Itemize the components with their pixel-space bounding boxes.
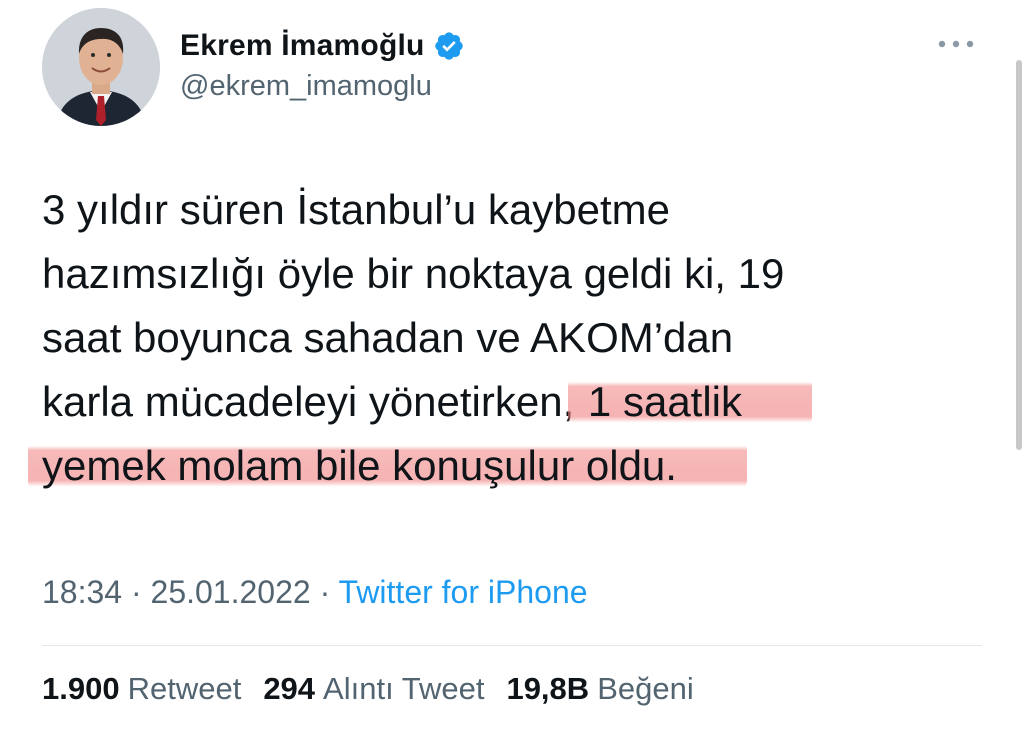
likes-label: Beğeni [597, 671, 694, 706]
retweets-count: 1.900 [42, 671, 120, 706]
tweet-line-4-text: karla mücadeleyi yönetirken, [42, 378, 575, 425]
highlight-segment-2: yemek molam bile konuşulur oldu. [28, 442, 747, 489]
scrollbar[interactable] [1016, 60, 1022, 450]
name-row: Ekrem İmamoğlu [180, 26, 465, 66]
tweet-line-3: saat boyunca sahadan ve AKOM’dan [42, 314, 734, 361]
tweet-line-2: hazımsızlığı öyle bir noktaya geldi ki, … [42, 250, 785, 297]
more-dots-icon[interactable] [936, 34, 976, 54]
tweet-stats: 1.900 Retweet 294 Alıntı Tweet 19,8B Beğeni [42, 671, 694, 707]
tweet-line-5: yemek molam bile konuşulur oldu. [28, 434, 982, 498]
meta-separator-1: · [122, 574, 151, 610]
tweet-time[interactable]: 18:34 [42, 574, 122, 610]
tweet-text: 3 yıldır süren İstanbul’u kaybetme hazım… [28, 178, 982, 498]
tweet-screen: Ekrem İmamoğlu @ekrem_imamoglu 3 yıldır … [0, 0, 1024, 730]
verified-badge-icon [433, 30, 465, 62]
quotes-label: Alıntı Tweet [323, 671, 485, 706]
author-block: Ekrem İmamoğlu @ekrem_imamoglu [180, 26, 465, 103]
quotes-stat[interactable]: 294 Alıntı Tweet [263, 671, 484, 707]
tweet-meta: 18:34 · 25.01.2022 · Twitter for iPhone [42, 574, 588, 611]
retweets-label: Retweet [127, 671, 242, 706]
tweet-source-link[interactable]: Twitter for iPhone [339, 574, 588, 610]
tweet-line-1: 3 yıldır süren İstanbul’u kaybetme [42, 186, 670, 233]
profile-photo-icon [42, 8, 160, 126]
quotes-count: 294 [263, 671, 316, 706]
retweets-stat[interactable]: 1.900 Retweet [42, 671, 241, 707]
likes-stat[interactable]: 19,8B Beğeni [506, 671, 693, 707]
highlight-segment-1: 1 saatlik [568, 378, 813, 425]
display-name[interactable]: Ekrem İmamoğlu [180, 29, 425, 63]
avatar[interactable] [42, 8, 160, 126]
divider [42, 645, 982, 646]
likes-count: 19,8B [506, 671, 590, 706]
tweet-line-4: karla mücadeleyi yönetirken, 1 saatlik [42, 370, 982, 434]
meta-separator-2: · [310, 574, 339, 610]
handle[interactable]: @ekrem_imamoglu [180, 70, 465, 103]
tweet-date[interactable]: 25.01.2022 [151, 574, 311, 610]
